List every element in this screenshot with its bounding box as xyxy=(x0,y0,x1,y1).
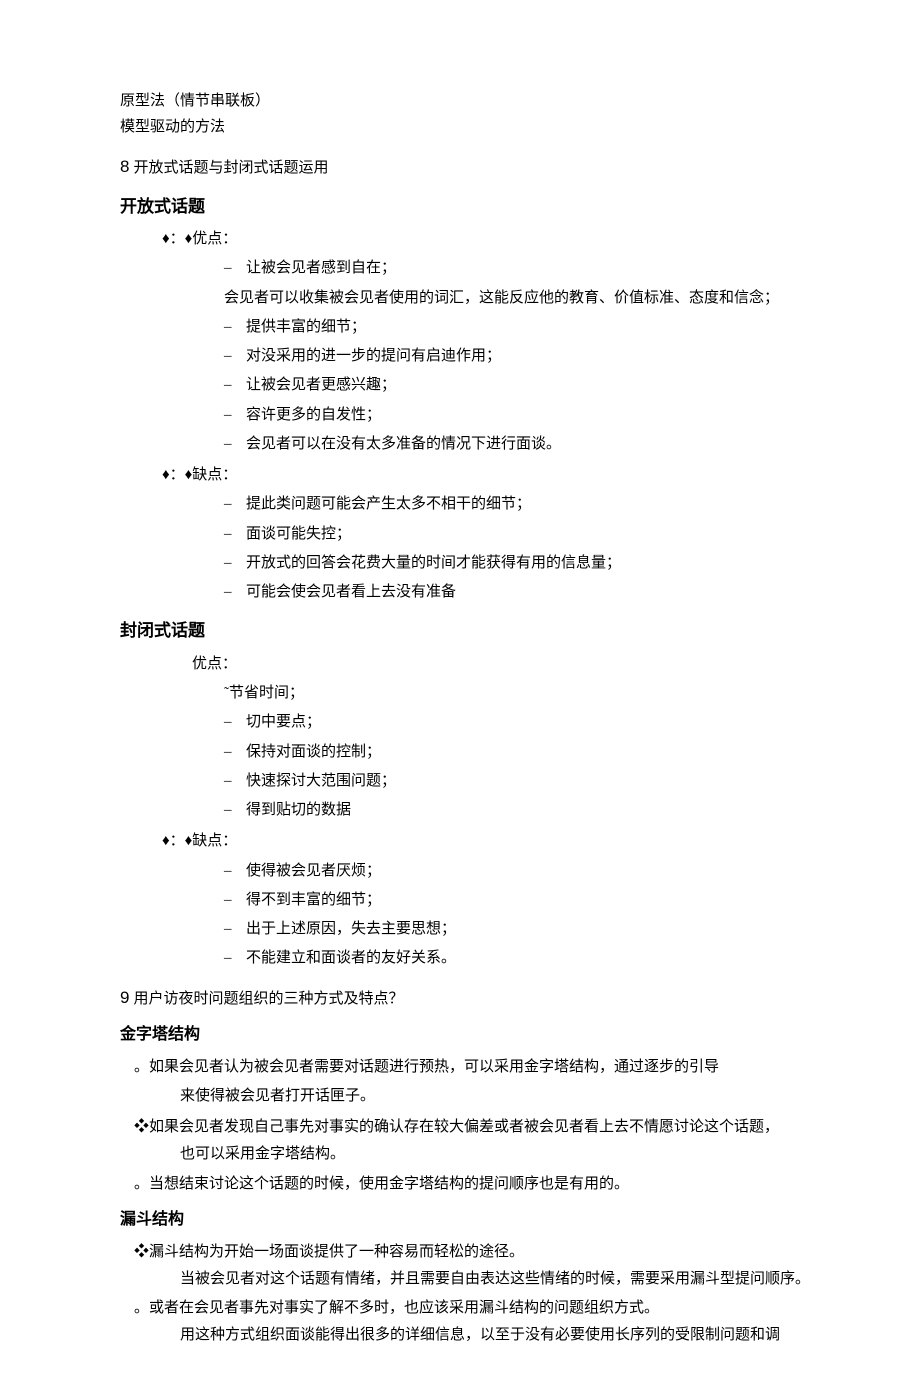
open-cons-label: ♦：♦缺点： xyxy=(120,464,820,487)
list-item: 会见者可以收集被会见者使用的词汇，这能反应他的教育、价值标准、态度和信念； xyxy=(224,287,820,310)
list-item: –对没采用的进一步的提问有启迪作用； xyxy=(224,345,820,368)
list-item: –切中要点； xyxy=(224,711,820,734)
pyramid-block: 金字塔结构 。如果会见者认为被会见者需要对话题进行预热，可以采用金字塔结构，通过… xyxy=(120,1023,820,1196)
list-item: –会见者可以在没有太多准备的情况下进行面谈。 xyxy=(224,433,820,456)
list-item: –不能建立和面谈者的友好关系。 xyxy=(224,947,820,970)
list-item: –保持对面谈的控制； xyxy=(224,741,820,764)
open-heading: 开放式话题 xyxy=(120,194,820,220)
list-item: –容许更多的自发性； xyxy=(224,404,820,427)
section-9-num: 9 xyxy=(120,988,129,1007)
body-text: 当被会见者对这个话题有情绪，并且需要自由表达这些情绪的时候，需要采用漏斗型提问顺… xyxy=(120,1268,820,1291)
pyramid-heading: 金字塔结构 xyxy=(120,1023,820,1048)
open-cons-list: –提此类问题可能会产生太多不相干的细节； –面谈可能失控； –开放式的回答会花费… xyxy=(120,493,820,604)
list-item: –使得被会见者厌烦； xyxy=(224,860,820,883)
body-text: 。或者在会见者事先对事实了解不多时，也应该采用漏斗结构的问题组织方式。 xyxy=(120,1297,820,1320)
section-9-text: 用户访夜时问题组织的三种方式及特点？ xyxy=(133,991,403,1007)
closed-pros-list: –切中要点； –保持对面谈的控制； –快速探讨大范围问题； –得到贴切的数据 xyxy=(120,711,820,822)
section-8-title: 8开放式话题与封闭式话题运用 xyxy=(120,154,820,180)
list-item: –快速探讨大范围问题； xyxy=(224,770,820,793)
list-item: –提供丰富的细节； xyxy=(224,316,820,339)
funnel-block: 漏斗结构 ❖漏斗结构为开始一场面谈提供了一种容易而轻松的途径。 当被会见者对这个… xyxy=(120,1208,820,1348)
list-item: –开放式的回答会花费大量的时间才能获得有用的信息量； xyxy=(224,552,820,575)
list-item: –面谈可能失控； xyxy=(224,523,820,546)
list-item: –出于上述原因，失去主要思想； xyxy=(224,918,820,941)
open-pros-list: –让被会见者感到自在； 会见者可以收集被会见者使用的词汇，这能反应他的教育、价值… xyxy=(120,257,820,456)
closed-pros-label: 优点： xyxy=(120,653,820,676)
section-8-num: 8 xyxy=(120,157,129,176)
body-text: 也可以采用金字塔结构。 xyxy=(120,1143,820,1166)
list-item: –得到贴切的数据 xyxy=(224,799,820,822)
top-line-1: 原型法（情节串联板） xyxy=(120,90,820,113)
section-9-title: 9用户访夜时问题组织的三种方式及特点？ xyxy=(120,985,820,1011)
open-pros-label: ♦：♦优点： xyxy=(120,228,820,251)
top-line-2: 模型驱动的方法 xyxy=(120,116,820,139)
body-text: ❖漏斗结构为开始一场面谈提供了一种容易而轻松的途径。 xyxy=(120,1241,820,1264)
closed-cons-label: ♦：♦缺点： xyxy=(120,830,820,853)
closed-cons-list: –使得被会见者厌烦； –得不到丰富的细节； –出于上述原因，失去主要思想； –不… xyxy=(120,860,820,971)
body-text: 来使得被会见者打开话匣子。 xyxy=(120,1085,820,1108)
body-text: 。当想结束讨论这个话题的时候，使用金字塔结构的提问顺序也是有用的。 xyxy=(120,1173,820,1196)
list-item: –得不到丰富的细节； xyxy=(224,889,820,912)
section-8-text: 开放式话题与封闭式话题运用 xyxy=(133,160,328,176)
closed-heading: 封闭式话题 xyxy=(120,618,820,644)
list-item: –可能会使会见者看上去没有准备 xyxy=(224,581,820,604)
funnel-heading: 漏斗结构 xyxy=(120,1208,820,1233)
list-item: –提此类问题可能会产生太多不相干的细节； xyxy=(224,493,820,516)
list-item: –让被会见者更感兴趣； xyxy=(224,374,820,397)
list-item: –让被会见者感到自在； xyxy=(224,257,820,280)
body-text: 。如果会见者认为被会见者需要对话题进行预热，可以采用金字塔结构，通过逐步的引导 xyxy=(120,1056,820,1079)
body-text: ❖如果会见者发现自己事先对事实的确认存在较大偏差或者被会见者看上去不情愿讨论这个… xyxy=(120,1116,820,1139)
body-text: 用这种方式组织面谈能得出很多的详细信息，以至于没有必要使用长序列的受限制问题和调 xyxy=(120,1324,820,1347)
closed-pros-first: ˜节省时间； xyxy=(120,682,820,705)
